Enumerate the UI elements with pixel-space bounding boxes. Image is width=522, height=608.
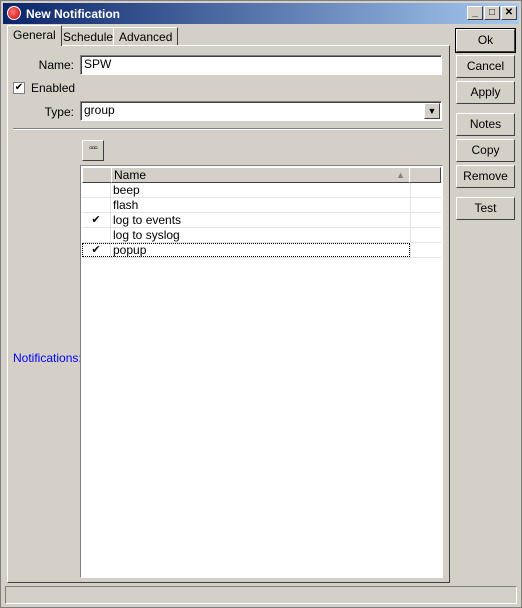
name-label: Name: <box>38 58 74 72</box>
sort-ascending-icon: ▲ <box>396 170 405 180</box>
ok-button[interactable]: Ok <box>455 28 516 53</box>
notifications-list[interactable]: Name ▲ beep flash ✔ log to events log to… <box>80 165 443 578</box>
column-divider <box>410 228 411 242</box>
type-select[interactable]: group ▼ <box>80 101 442 121</box>
list-item-name: popup <box>113 243 147 257</box>
status-bar <box>5 586 517 604</box>
checkmark-icon[interactable]: ✔ <box>82 243 111 257</box>
tab-general[interactable]: General <box>7 25 62 46</box>
new-notification-window: New Notification _ □ ✕ General Schedule … <box>0 0 522 608</box>
notifications-label: Notifications: <box>13 351 82 365</box>
list-item[interactable]: log to syslog <box>82 228 441 243</box>
test-button[interactable]: Test <box>456 197 515 220</box>
column-divider <box>410 243 411 257</box>
name-column-header[interactable]: Name ▲ <box>111 167 410 183</box>
row-check[interactable] <box>82 198 111 212</box>
checkmark-icon[interactable]: ✔ <box>82 213 111 227</box>
notes-button[interactable]: Notes <box>456 113 515 136</box>
name-input[interactable]: SPW <box>80 55 442 75</box>
row-check[interactable] <box>82 228 111 242</box>
remove-button[interactable]: Remove <box>456 165 515 188</box>
tab-advanced[interactable]: Advanced <box>113 27 179 45</box>
column-divider <box>410 198 411 212</box>
window-title: New Notification <box>26 7 121 21</box>
list-item[interactable]: ✔ log to events <box>82 213 441 228</box>
chevron-down-icon[interactable]: ▼ <box>424 103 440 119</box>
separator <box>13 128 443 130</box>
list-item[interactable]: beep <box>82 183 441 198</box>
copy-button[interactable]: Copy <box>456 139 515 162</box>
enabled-checkbox[interactable]: ✔ <box>13 82 25 94</box>
checkmark-icon: ✔ <box>14 82 24 93</box>
title-bar[interactable]: New Notification _ □ ✕ <box>3 3 519 24</box>
check-column-header[interactable] <box>82 167 112 183</box>
list-menu-button[interactable]: ▫▫▫ <box>82 140 104 161</box>
cancel-button[interactable]: Cancel <box>456 55 515 78</box>
tab-schedule[interactable]: Schedule <box>57 27 120 45</box>
name-column-label: Name <box>114 168 147 182</box>
maximize-button[interactable]: □ <box>484 6 500 20</box>
row-check[interactable] <box>82 183 111 197</box>
extra-column-header[interactable] <box>409 167 441 183</box>
column-divider <box>410 213 411 227</box>
list-item[interactable]: ✔ popup <box>82 243 441 258</box>
list-item[interactable]: flash <box>82 198 441 213</box>
list-item-name: log to events <box>113 213 182 227</box>
enabled-label: Enabled <box>31 81 76 95</box>
list-item-name: beep <box>113 183 140 197</box>
list-item-name: flash <box>113 198 139 212</box>
minimize-button[interactable]: _ <box>467 6 483 20</box>
type-select-value: group <box>84 103 115 117</box>
apply-button[interactable]: Apply <box>456 81 515 104</box>
column-divider <box>410 183 411 197</box>
list-item-name: log to syslog <box>113 228 180 242</box>
type-label: Type: <box>44 105 74 119</box>
app-icon <box>7 6 21 20</box>
close-button[interactable]: ✕ <box>501 6 517 20</box>
